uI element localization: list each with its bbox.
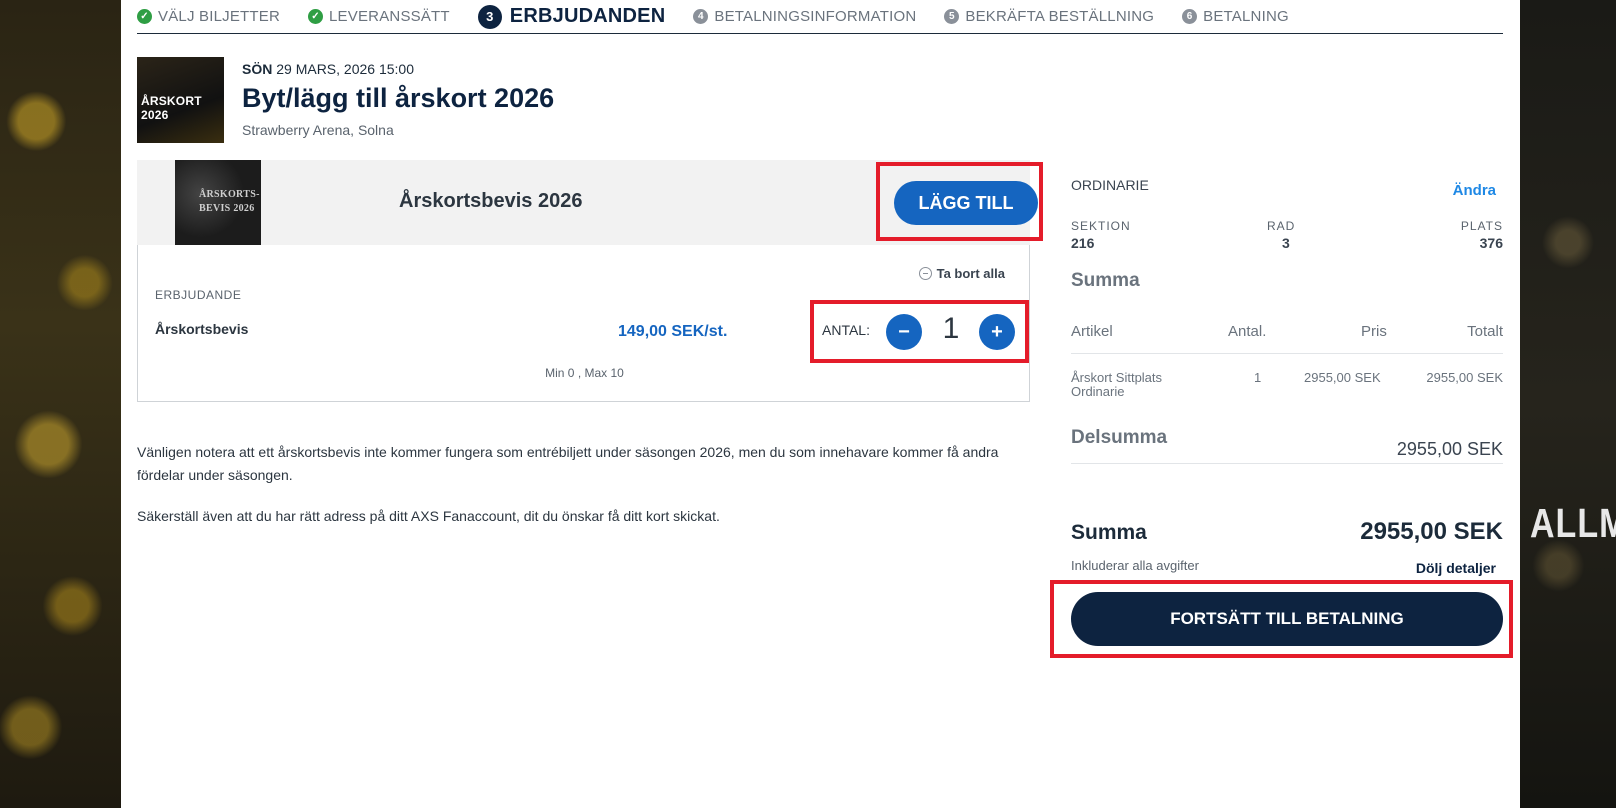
seat-value: 376	[1479, 235, 1503, 251]
col-quantity: Antal.	[1228, 323, 1267, 340]
col-price: Pris	[1361, 323, 1387, 340]
step-number-icon: 6	[1182, 9, 1198, 24]
step-betalningsinformation: 4 BETALNINGSINFORMATION	[693, 8, 916, 25]
step-leveranssatt[interactable]: LEVERANSSÄTT	[308, 8, 450, 25]
offer-price: 149,00 SEK/st.	[618, 323, 728, 340]
divider	[1071, 353, 1503, 354]
fees-included-text: Inkluderar alla avgifter	[1071, 558, 1199, 573]
checkout-steps: VÄLJ BILJETTER LEVERANSSÄTT 3 ERBJUDANDE…	[137, 0, 1503, 34]
col-total: Totalt	[1467, 323, 1503, 340]
step-bekrafta-bestallning: 5 BEKRÄFTA BESTÄLLNING	[944, 8, 1154, 25]
offer-name: Årskortsbevis 2026	[399, 190, 583, 212]
step-valj-biljetter[interactable]: VÄLJ BILJETTER	[137, 8, 280, 25]
col-article: Artikel	[1071, 323, 1113, 340]
event-venue: Strawberry Arena, Solna	[242, 122, 394, 138]
background-crowd-right: ALLM	[1520, 0, 1616, 808]
step-number-icon: 5	[944, 9, 960, 24]
total-value: 2955,00 SEK	[1360, 518, 1503, 545]
quantity-label: ANTAL:	[822, 322, 870, 338]
check-icon	[308, 9, 324, 24]
remove-all-link[interactable]: Ta bort alla	[918, 266, 1005, 281]
section-label: SEKTION	[1071, 219, 1131, 233]
step-number-icon: 3	[477, 4, 502, 29]
step-number-icon: 4	[693, 9, 709, 24]
subtotal-label: Delsumma	[1071, 427, 1168, 448]
event-title: Byt/lägg till årskort 2026	[242, 83, 555, 113]
offer-details: Ta bort alla ERBJUDANDE Årskortsbevis 14…	[137, 245, 1030, 402]
add-offer-button[interactable]: LÄGG TILL	[894, 181, 1038, 225]
section-value: 216	[1071, 235, 1095, 251]
ticket-type: ORDINARIE	[1071, 177, 1149, 193]
offer-item-name: Årskortsbevis	[155, 321, 249, 337]
offer-header: ÅRSKORTS- BEVIS 2026 Årskortsbevis 2026 …	[137, 160, 1043, 245]
info-note-2: Säkerställ även att du har rätt adress p…	[137, 508, 720, 524]
divider	[1071, 463, 1503, 464]
row-label: RAD	[1267, 219, 1296, 233]
quantity-increase-button[interactable]: +	[979, 314, 1015, 350]
event-thumbnail: ÅRSKORT 2026	[137, 57, 224, 143]
summary-heading: Summa	[1071, 270, 1140, 291]
step-erbjudanden: 3 ERBJUDANDEN	[477, 4, 666, 29]
line-price: 2955,00 SEK	[1304, 370, 1381, 385]
change-link[interactable]: Ändra	[1453, 182, 1496, 199]
offer-section-label: ERBJUDANDE	[155, 288, 242, 302]
step-betalning: 6 BETALNING	[1182, 8, 1289, 25]
info-note-1: Vänligen notera att ett årskortsbevis in…	[137, 444, 999, 483]
line-total: 2955,00 SEK	[1426, 370, 1503, 385]
line-article: Årskort Sittplats Ordinarie	[1071, 370, 1163, 399]
quantity-value: 1	[942, 312, 960, 345]
highlight-quantity: ANTAL: − 1 +	[810, 300, 1029, 363]
quantity-decrease-button[interactable]: −	[886, 314, 922, 350]
offer-image: ÅRSKORTS- BEVIS 2026	[175, 160, 261, 245]
event-date: SÖN 29 MARS, 2026 15:00	[242, 61, 414, 77]
check-icon	[137, 9, 152, 24]
quantity-limits: Min 0 , Max 10	[545, 366, 624, 380]
highlight-pay-button: FORTSÄTT TILL BETALNING	[1050, 580, 1513, 658]
checkout-panel: VÄLJ BILJETTER LEVERANSSÄTT 3 ERBJUDANDE…	[121, 0, 1520, 808]
row-value: 3	[1282, 235, 1290, 251]
subtotal-value: 2955,00 SEK	[1396, 439, 1503, 459]
total-label: Summa	[1071, 521, 1147, 544]
continue-to-payment-button[interactable]: FORTSÄTT TILL BETALNING	[1071, 592, 1503, 646]
minus-circle-icon	[918, 267, 932, 280]
line-quantity: 1	[1254, 370, 1262, 385]
seat-label: PLATS	[1460, 219, 1503, 233]
highlight-add-button: LÄGG TILL	[876, 162, 1043, 241]
background-banner-text: ALLM	[1530, 501, 1616, 547]
hide-details-link[interactable]: Dölj detaljer	[1416, 560, 1496, 576]
background-crowd-left	[0, 0, 121, 808]
